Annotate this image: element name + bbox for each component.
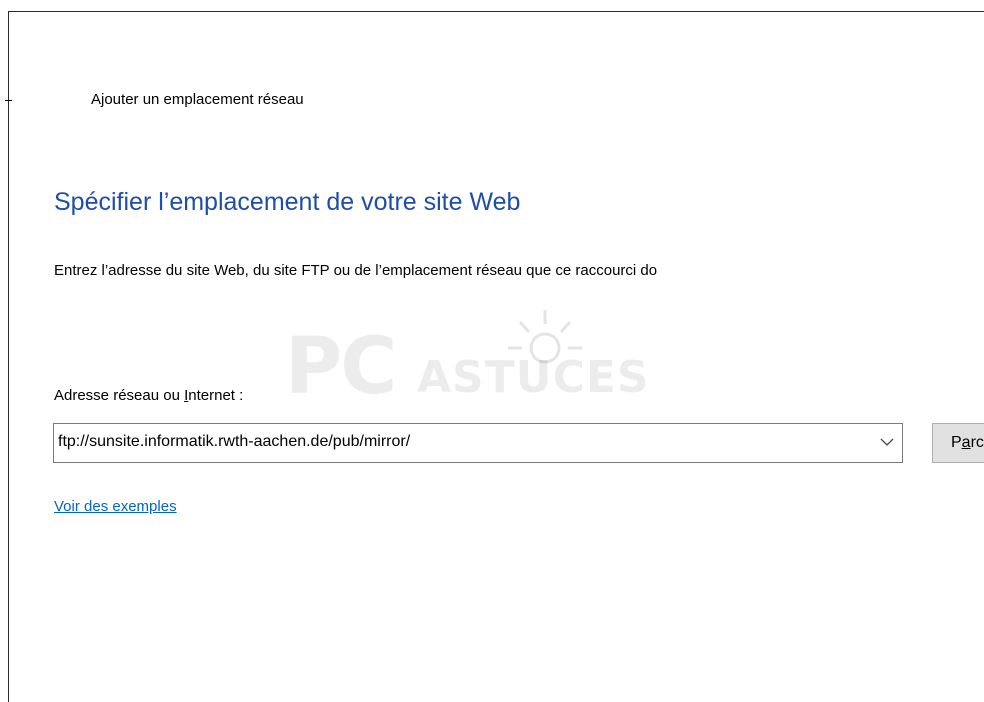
- wizard-window: [8, 11, 984, 702]
- wizard-title: Ajouter un emplacement réseau: [91, 91, 304, 108]
- window-edge-marker: [5, 100, 12, 101]
- address-combobox[interactable]: ftp://sunsite.informatik.rwth-aachen.de/…: [53, 423, 903, 463]
- browse-button-label: Parc: [951, 434, 984, 452]
- address-label-prefix: Adresse réseau ou: [54, 387, 185, 404]
- browse-label-suffix: rc: [970, 434, 984, 451]
- chevron-down-icon[interactable]: [878, 433, 896, 451]
- address-label-suffix: nternet :: [188, 387, 244, 404]
- browse-label-prefix: P: [951, 434, 962, 451]
- browse-label-accelerator: a: [961, 434, 971, 451]
- examples-link[interactable]: Voir des exemples: [54, 498, 177, 515]
- instruction-text: Entrez l’adresse du site Web, du site FT…: [54, 262, 658, 279]
- address-field-label: Adresse réseau ou Internet :: [54, 387, 243, 404]
- page-heading: Spécifier l’emplacement de votre site We…: [54, 188, 521, 216]
- address-input[interactable]: ftp://sunsite.informatik.rwth-aachen.de/…: [58, 433, 410, 451]
- browse-button[interactable]: Parc: [932, 423, 984, 463]
